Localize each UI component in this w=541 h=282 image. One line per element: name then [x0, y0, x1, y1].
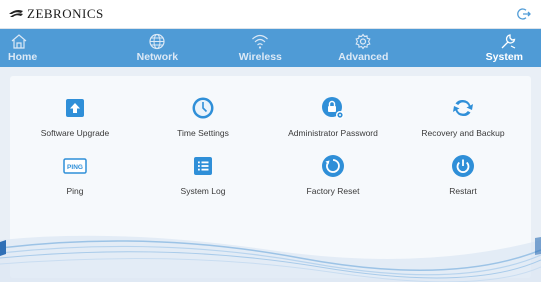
logout-icon[interactable]: [517, 7, 531, 21]
tile-label: Administrator Password: [288, 128, 378, 138]
ping-icon: PING: [63, 158, 87, 174]
nav-advanced-label: Advanced: [338, 51, 389, 63]
tile-factory-reset[interactable]: Factory Reset: [268, 154, 398, 196]
log-icon: [194, 157, 212, 175]
tile-label: Recovery and Backup: [421, 128, 505, 138]
decorative-wave-background: [0, 235, 541, 282]
ping-badge-text: PING: [67, 164, 83, 171]
tile-ping[interactable]: PING Ping: [10, 154, 140, 196]
tile-label: Time Settings: [177, 128, 229, 138]
nav-network[interactable]: Network: [106, 29, 209, 67]
nav-wireless-label: Wireless: [238, 51, 282, 63]
main-nav: Home Network Wireless Advanced System: [0, 29, 541, 67]
recovery-icon: [453, 99, 473, 117]
tile-restart[interactable]: Restart: [398, 154, 528, 196]
nav-wireless[interactable]: Wireless: [209, 29, 312, 67]
upload-icon: [66, 99, 84, 117]
tile-administrator-password[interactable]: Administrator Password: [268, 96, 398, 138]
nav-home[interactable]: Home: [0, 29, 106, 67]
nav-network-label: Network: [136, 51, 179, 63]
nav-home-label: Home: [8, 51, 38, 63]
globe-icon: [149, 33, 165, 50]
tile-label: Software Upgrade: [40, 128, 110, 138]
zebronics-logo-icon: [9, 10, 23, 17]
top-bar: ZEBRONICS: [0, 0, 541, 29]
wrench-icon: [501, 34, 516, 49]
lock-gear-icon: [322, 97, 344, 119]
tile-label: Restart: [449, 186, 477, 196]
tile-system-log[interactable]: System Log: [138, 154, 268, 196]
brand-name: ZEBRONICS: [27, 6, 104, 21]
tile-label: Ping: [66, 186, 84, 196]
tile-software-upgrade[interactable]: Software Upgrade: [10, 96, 140, 138]
nav-system[interactable]: System: [415, 29, 541, 67]
nav-system-label: System: [485, 51, 523, 63]
tile-time-settings[interactable]: Time Settings: [138, 96, 268, 138]
brand-logo: ZEBRONICS: [8, 6, 104, 22]
home-icon: [11, 34, 27, 49]
reset-icon: [322, 155, 344, 177]
tile-label: Factory Reset: [306, 186, 360, 196]
nav-advanced[interactable]: Advanced: [312, 29, 415, 67]
tile-recovery-and-backup[interactable]: Recovery and Backup: [398, 96, 528, 138]
wifi-icon: [252, 34, 269, 49]
gear-icon: [355, 33, 371, 50]
tile-label: System Log: [180, 186, 226, 196]
clock-icon: [192, 97, 214, 119]
power-icon: [452, 155, 474, 177]
